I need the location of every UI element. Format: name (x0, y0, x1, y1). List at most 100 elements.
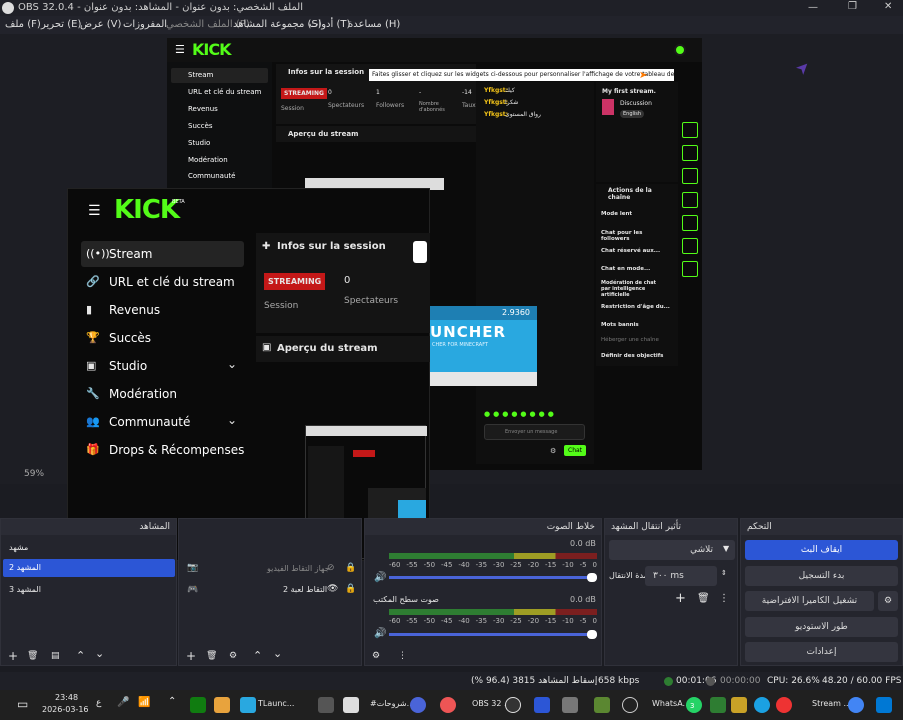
transition-select[interactable]: تلاشي (609, 540, 735, 560)
app-whatsapp-label[interactable]: WhatsA... (652, 699, 690, 708)
app-browser-icon[interactable] (410, 697, 426, 713)
sidebar-item-stream[interactable]: Stream (188, 71, 213, 79)
duration-field[interactable]: ٣٠٠ ms (645, 566, 717, 586)
menu-tools[interactable]: أدوات (T) (309, 19, 350, 30)
minimize-icon[interactable]: — (808, 2, 818, 13)
scene-down-icon[interactable]: ⌄ (95, 647, 104, 660)
front-nav-drops[interactable]: Drops & Récompenses (109, 443, 244, 457)
front-nav-revenus[interactable]: Revenus (109, 303, 160, 317)
move-down-icon[interactable]: ⌄ (273, 647, 282, 660)
move-up-icon[interactable]: ⌃ (253, 649, 262, 662)
audio-more-icon[interactable]: ⋮ (398, 651, 407, 661)
speaker-icon-1[interactable]: 🔊 (374, 572, 386, 583)
app-notes-icon[interactable] (343, 697, 359, 713)
menu-view[interactable]: عرض (V) (80, 19, 121, 30)
menu-file[interactable]: ملف (F) (5, 19, 41, 30)
scene-item-3[interactable]: المشهد 3 (9, 585, 41, 594)
app-edge-icon[interactable] (754, 697, 770, 713)
front-nav-url[interactable]: URL et clé du stream (109, 275, 235, 289)
app-layers-icon[interactable] (731, 697, 747, 713)
chat-settings-icon[interactable]: ⚙ (550, 447, 556, 455)
notifications-icon[interactable]: ▭ (17, 697, 28, 711)
clock-date[interactable]: 2026-03-16 (42, 705, 89, 714)
front-nav-moderation[interactable]: Modération (109, 387, 177, 401)
remove-transition-icon[interactable]: 🗑 (697, 593, 710, 604)
source-name-1[interactable]: جهاز التقاط الفيديو (267, 564, 330, 573)
app-blue-icon[interactable] (534, 697, 550, 713)
stop-stream-button[interactable]: ايقاف البث (745, 540, 898, 560)
sidebar-item-communaute[interactable]: Communauté (188, 172, 235, 180)
app-xbox-icon[interactable] (190, 697, 206, 713)
hamburger-front-icon[interactable]: ☰ (88, 203, 101, 219)
audio-settings-icon[interactable]: ⚙ (372, 651, 380, 661)
quick-action-2-icon[interactable] (682, 145, 698, 161)
action-age-restriction[interactable]: Restriction d'âge du... (601, 304, 670, 310)
slider-handle-2[interactable] (587, 630, 597, 639)
source-settings-icon[interactable]: ⚙ (229, 651, 237, 661)
quick-action-1-icon[interactable] (682, 122, 698, 138)
chevron-down-icon-3[interactable]: ▼ (723, 544, 729, 553)
remove-source-icon[interactable]: 🗑 (206, 651, 217, 661)
volume-slider-2[interactable] (389, 630, 597, 639)
more-icon[interactable]: ⋮ (719, 593, 729, 604)
scene-item-2[interactable]: المشهد 2 (3, 559, 175, 577)
wifi-icon[interactable]: 📶 (138, 697, 150, 708)
front-nav-communaute[interactable]: Communauté (109, 415, 190, 429)
quick-action-7-icon[interactable] (682, 261, 698, 277)
action-chat-mode[interactable]: Chat en mode... (601, 266, 650, 272)
volume-slider-1[interactable] (389, 573, 597, 582)
action-banned-words[interactable]: Mots bannis (601, 322, 639, 328)
action-slow-mode[interactable]: Mode lent (601, 211, 632, 217)
quick-action-3-icon[interactable] (682, 168, 698, 184)
lock-icon-2[interactable]: 🔒 (345, 584, 356, 594)
remove-scene-icon[interactable]: 🗑 (27, 651, 38, 661)
app-green-icon[interactable] (710, 697, 726, 713)
app-files-icon[interactable] (562, 697, 578, 713)
quick-action-4-icon[interactable] (682, 192, 698, 208)
front-nav-succes[interactable]: Succès (109, 331, 151, 345)
mic-icon[interactable]: 🎤 (117, 697, 129, 708)
app-tlauncher-icon[interactable] (240, 697, 256, 713)
clock-time[interactable]: 23:48 (55, 693, 78, 702)
chat-send-button[interactable]: Chat (564, 445, 587, 456)
scene-up-icon[interactable]: ⌃ (76, 649, 85, 662)
studio-mode-button[interactable]: طور الاستوديو (745, 617, 898, 637)
action-goals[interactable]: Définir des objectifs (601, 353, 663, 359)
scene-filter-icon[interactable]: ▤ (51, 651, 60, 661)
menu-docks[interactable]: المفروزات (123, 19, 167, 30)
menu-edit[interactable]: تحرير (E) (41, 19, 81, 30)
quick-action-5-icon[interactable] (682, 215, 698, 231)
app-browser-label[interactable]: #شروحات... (370, 699, 414, 708)
action-ai-moderation[interactable]: Modération de chat par intelligence arti… (601, 280, 663, 298)
app-chrome-icon[interactable] (440, 697, 456, 713)
app-openai-icon[interactable] (622, 697, 638, 713)
app-minecraft-icon[interactable] (594, 697, 610, 713)
speaker-icon-2[interactable]: 🔊 (374, 628, 386, 639)
sidebar-item-studio[interactable]: Studio (188, 139, 210, 147)
app-obs-icon[interactable] (505, 697, 521, 713)
slider-handle-1[interactable] (587, 573, 597, 582)
add-scene-icon[interactable]: + (8, 649, 18, 663)
front-nav-stream[interactable]: Stream (109, 247, 152, 261)
settings-button[interactable]: إعدادات (745, 642, 898, 662)
quick-action-6-icon[interactable] (682, 238, 698, 254)
app-folder-icon[interactable] (214, 697, 230, 713)
add-transition-icon[interactable]: + (675, 591, 686, 606)
sidebar-item-url[interactable]: URL et clé du stream (188, 88, 261, 96)
app-tlauncher-label[interactable]: TLaunc... (258, 699, 294, 708)
scene-item-1[interactable]: مشهد (9, 543, 28, 552)
maximize-icon[interactable]: ❐ (848, 1, 857, 12)
action-host[interactable]: Héberger une chaîne (601, 337, 659, 343)
action-sub-chat[interactable]: Chat réservé aux... (601, 248, 660, 254)
app-store-icon[interactable] (318, 697, 334, 713)
start-record-button[interactable]: بدء التسجيل (745, 566, 898, 586)
lock-icon-1[interactable]: 🔒 (345, 563, 356, 573)
source-name-2[interactable]: التقاط لعبة 2 (283, 585, 327, 594)
chevron-down-icon[interactable]: ⌄ (227, 357, 237, 371)
start-icon[interactable] (876, 697, 892, 713)
action-followers-chat[interactable]: Chat pour les followers (601, 230, 661, 242)
hamburger-icon[interactable]: ☰ (175, 43, 185, 56)
tray-chevron-icon[interactable]: ⌃ (168, 696, 176, 707)
lang-indicator[interactable]: ع (96, 698, 101, 708)
app-chrome3-icon[interactable] (848, 697, 864, 713)
